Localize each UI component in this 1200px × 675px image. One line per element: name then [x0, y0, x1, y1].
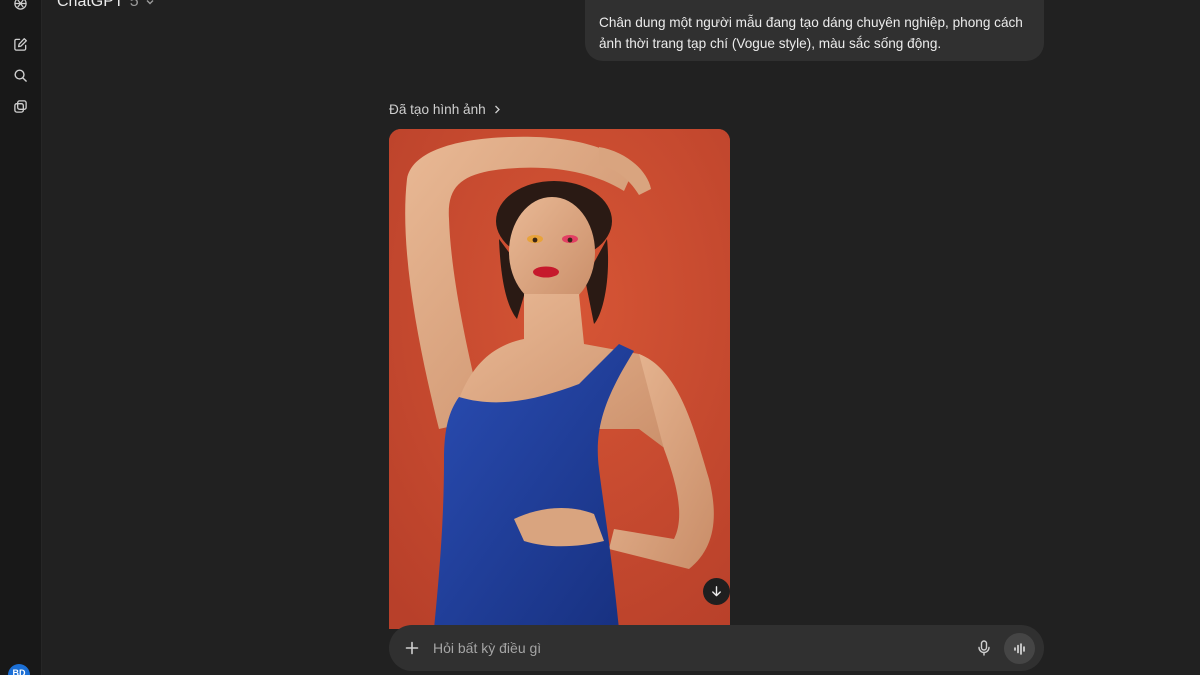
- model-selector[interactable]: ChatGPT 5: [57, 0, 155, 13]
- openai-logo-icon[interactable]: [7, 0, 33, 16]
- chat-app: BD ChatGPT 5 Chân dung một người mẫu đan…: [0, 0, 1200, 675]
- avatar-initials: BD: [12, 668, 26, 675]
- model-version: 5: [129, 0, 139, 10]
- voice-mode-button[interactable]: [1004, 633, 1035, 664]
- add-attachment-button[interactable]: [402, 638, 422, 658]
- generated-image-caption[interactable]: Đã tạo hình ảnh: [389, 99, 501, 119]
- library-icon[interactable]: [7, 93, 33, 119]
- fashion-portrait-image: [389, 129, 730, 629]
- generated-caption-text: Đã tạo hình ảnh: [389, 101, 486, 117]
- download-button[interactable]: [703, 578, 730, 605]
- generated-image[interactable]: [389, 129, 730, 629]
- new-chat-icon[interactable]: [7, 31, 33, 57]
- download-icon: [712, 586, 721, 597]
- voice-waveform-icon: [1013, 642, 1025, 655]
- chevron-right-icon: [494, 105, 500, 113]
- prompt-input[interactable]: [433, 637, 953, 659]
- user-message-text: Chân dung một người mẫu đang tạo dáng ch…: [599, 15, 1023, 51]
- dictate-button[interactable]: [974, 638, 994, 658]
- sidebar-rail: BD: [0, 0, 42, 675]
- plus-icon: [405, 641, 419, 655]
- user-message-bubble: Chân dung một người mẫu đang tạo dáng ch…: [585, 0, 1044, 61]
- avatar[interactable]: BD: [8, 664, 30, 675]
- chevron-down-icon: [146, 0, 154, 5]
- message-composer: [389, 625, 1044, 671]
- microphone-icon: [978, 640, 990, 656]
- search-icon[interactable]: [7, 62, 33, 88]
- model-name: ChatGPT: [57, 0, 124, 10]
